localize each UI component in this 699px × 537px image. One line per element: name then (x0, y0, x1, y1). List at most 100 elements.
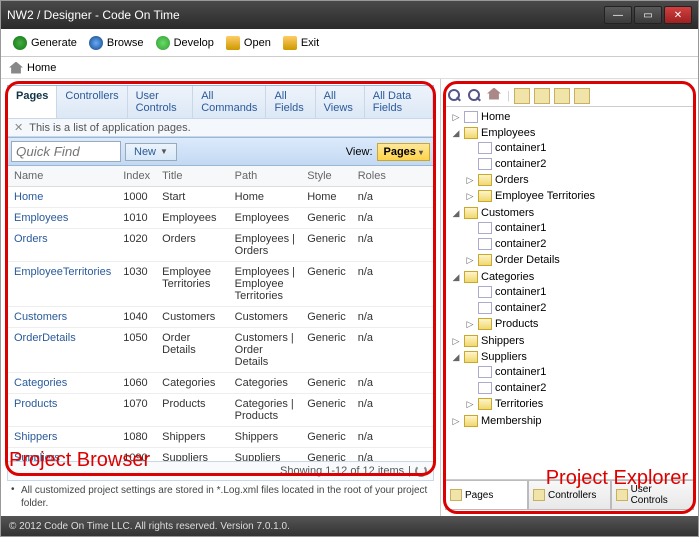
tree-node[interactable]: container2 (463, 381, 692, 395)
table-row[interactable]: EmployeeTerritories1030Employee Territor… (8, 262, 434, 307)
tree-node[interactable]: ▷Products (463, 317, 692, 331)
tab-all-fields[interactable]: All Fields (266, 86, 315, 118)
tree-node[interactable]: ▷Orders (463, 173, 692, 187)
cell-style: Generic (301, 373, 352, 394)
close-icon[interactable]: ✕ (14, 121, 23, 134)
column-header[interactable]: Style (301, 166, 352, 187)
table-row[interactable]: Shippers1080ShippersShippersGenericn/a (8, 427, 434, 448)
column-header[interactable]: Name (8, 166, 117, 187)
tree-node[interactable]: ▷Territories (463, 397, 692, 411)
column-header[interactable]: Path (229, 166, 302, 187)
tree-label: container2 (495, 238, 546, 250)
search-icon[interactable] (467, 88, 483, 104)
cell-name[interactable]: EmployeeTerritories (8, 262, 117, 307)
expander-icon[interactable]: ▷ (465, 255, 475, 265)
expander-icon[interactable]: ◢ (451, 272, 461, 282)
cell-style: Generic (301, 427, 352, 448)
cell-name[interactable]: Categories (8, 373, 117, 394)
expander-icon[interactable]: ▷ (465, 191, 475, 201)
open-button[interactable]: Open (220, 34, 277, 52)
tree-node[interactable]: ◢Customers (449, 206, 692, 220)
cell-roles: n/a (352, 427, 434, 448)
table-row[interactable]: Suppliers1090SuppliersSuppliersGenericn/… (8, 448, 434, 463)
expander-icon[interactable]: ◢ (451, 352, 461, 362)
home-icon[interactable] (487, 88, 503, 104)
breadcrumb: Home (1, 57, 698, 79)
table-row[interactable]: Employees1010EmployeesEmployeesGenericn/… (8, 208, 434, 229)
expander-icon[interactable]: ▷ (465, 175, 475, 185)
tree-node[interactable]: ◢Suppliers (449, 350, 692, 364)
column-header[interactable]: Index (117, 166, 156, 187)
tab-all-views[interactable]: All Views (316, 86, 365, 118)
minimize-button[interactable]: — (604, 6, 632, 24)
quickfind-input[interactable] (11, 141, 121, 162)
table-row[interactable]: Home1000StartHomeHomen/a (8, 187, 434, 208)
tree-node[interactable]: container1 (463, 285, 692, 299)
folder-icon[interactable] (534, 88, 550, 104)
tab-pages[interactable]: Pages (8, 86, 57, 118)
cell-name[interactable]: Suppliers (8, 448, 117, 463)
explorer-tab-pages[interactable]: Pages (445, 480, 528, 510)
folder-icon[interactable] (514, 88, 530, 104)
tab-controllers[interactable]: Controllers (57, 86, 127, 118)
cell-name[interactable]: OrderDetails (8, 328, 117, 373)
tree-node[interactable]: ◢Employees (449, 126, 692, 140)
folder-icon (464, 127, 478, 139)
expander-icon[interactable]: ◢ (451, 128, 461, 138)
cell-style: Generic (301, 307, 352, 328)
cell-name[interactable]: Shippers (8, 427, 117, 448)
table-row[interactable]: Customers1040CustomersCustomersGenericn/… (8, 307, 434, 328)
search-icon[interactable] (447, 88, 463, 104)
tab-all-commands[interactable]: All Commands (193, 86, 266, 118)
cell-name[interactable]: Employees (8, 208, 117, 229)
table-row[interactable]: Categories1060CategoriesCategoriesGeneri… (8, 373, 434, 394)
tab-user-controls[interactable]: User Controls (128, 86, 194, 118)
tree-node[interactable]: ▷Order Details (463, 253, 692, 267)
tree-node[interactable]: container2 (463, 301, 692, 315)
refresh-icon[interactable] (415, 465, 427, 477)
develop-button[interactable]: Develop (150, 34, 220, 52)
cell-name[interactable]: Customers (8, 307, 117, 328)
explorer-tab-controllers[interactable]: Controllers (528, 480, 611, 510)
folder-icon (478, 190, 492, 202)
expander-icon[interactable]: ▷ (465, 319, 475, 329)
tree-node[interactable]: container1 (463, 141, 692, 155)
tree-node[interactable]: container2 (463, 157, 692, 171)
expander-icon[interactable]: ◢ (451, 208, 461, 218)
cell-name[interactable]: Home (8, 187, 117, 208)
table-row[interactable]: Orders1020OrdersEmployees | OrdersGeneri… (8, 229, 434, 262)
folder-icon[interactable] (554, 88, 570, 104)
explorer-tab-user-controls[interactable]: User Controls (611, 480, 694, 510)
tree-node[interactable]: ▷Home (449, 110, 692, 124)
tree-node[interactable]: ▷Membership (449, 414, 692, 428)
tree-node[interactable]: container1 (463, 365, 692, 379)
tree-node[interactable]: ◢Categories (449, 270, 692, 284)
tab-all-data-fields[interactable]: All Data Fields (365, 86, 433, 118)
view-dropdown[interactable]: Pages ▾ (377, 143, 431, 161)
folder-icon[interactable] (574, 88, 590, 104)
cell-name[interactable]: Orders (8, 229, 117, 262)
expander-icon[interactable]: ▷ (451, 112, 461, 122)
column-header[interactable]: Roles (352, 166, 434, 187)
breadcrumb-home[interactable]: Home (27, 62, 56, 74)
cell-path: Customers | Order Details (229, 328, 302, 373)
new-button[interactable]: New▼ (125, 143, 177, 161)
cell-name[interactable]: Products (8, 394, 117, 427)
table-row[interactable]: OrderDetails1050Order DetailsCustomers |… (8, 328, 434, 373)
generate-button[interactable]: Generate (7, 34, 83, 52)
column-header[interactable]: Title (156, 166, 229, 187)
maximize-button[interactable]: ▭ (634, 6, 662, 24)
expander-icon[interactable]: ▷ (451, 336, 461, 346)
tree-node[interactable]: container1 (463, 221, 692, 235)
cell-title: Products (156, 394, 229, 427)
table-row[interactable]: Products1070ProductsCategories | Product… (8, 394, 434, 427)
expander-icon[interactable]: ▷ (465, 399, 475, 409)
browser-tabs: PagesControllersUser ControlsAll Command… (7, 85, 434, 118)
tree-node[interactable]: container2 (463, 237, 692, 251)
close-button[interactable]: ✕ (664, 6, 692, 24)
expander-icon[interactable]: ▷ (451, 416, 461, 426)
exit-button[interactable]: Exit (277, 34, 325, 52)
tree-node[interactable]: ▷Shippers (449, 334, 692, 348)
tree-node[interactable]: ▷Employee Territories (463, 189, 692, 203)
browse-button[interactable]: Browse (83, 34, 150, 52)
